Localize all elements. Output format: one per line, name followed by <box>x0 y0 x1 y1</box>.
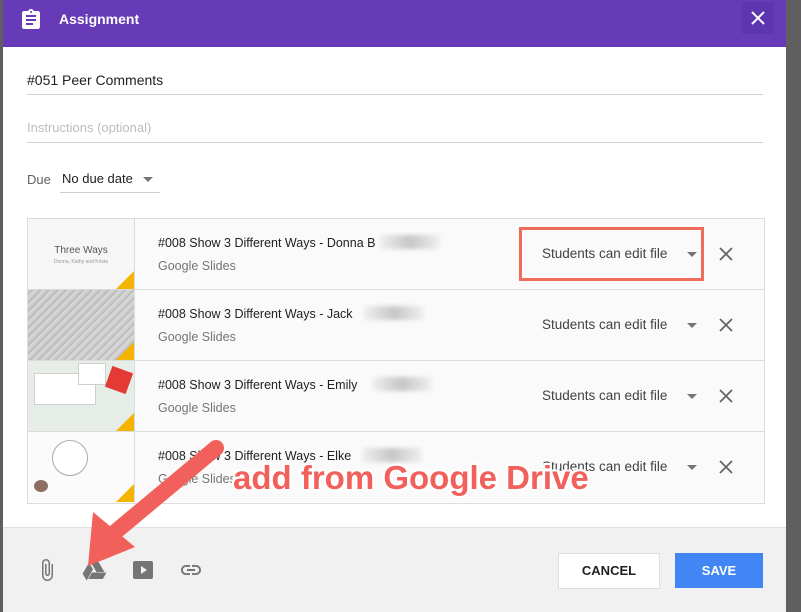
annotation-text: add from Google Drive <box>233 459 589 496</box>
annotation-arrow <box>88 440 224 566</box>
